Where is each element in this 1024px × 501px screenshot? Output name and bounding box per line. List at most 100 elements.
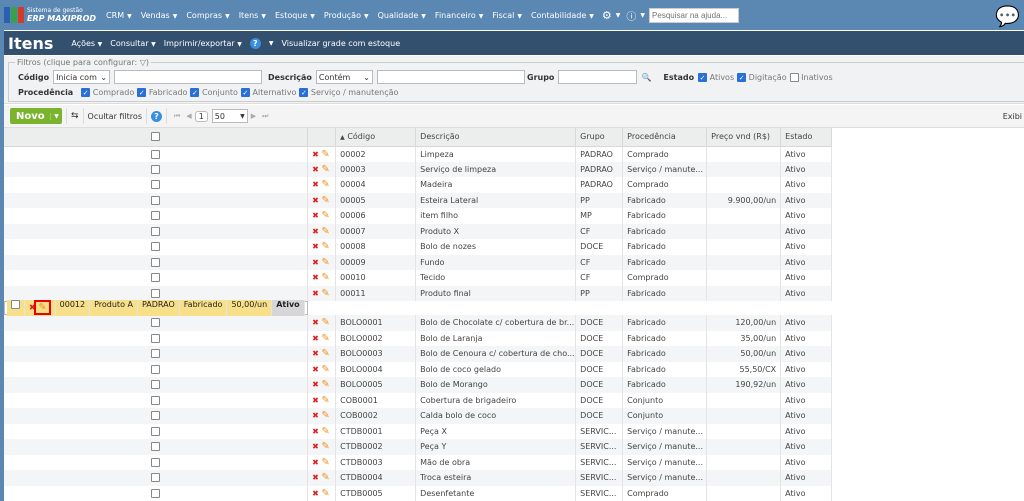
menu-estoque[interactable]: Estoque ▼ — [275, 11, 315, 20]
menu-compras[interactable]: Compras ▼ — [186, 11, 229, 20]
table-row[interactable]: ✖ ✎ 00008 Bolo de nozes DOCE Fabricado Ativo — [4, 239, 833, 255]
checkbox[interactable]: ✓ — [737, 72, 747, 82]
delete-icon[interactable]: ✖ — [312, 273, 319, 282]
row-checkbox[interactable] — [11, 300, 20, 310]
new-dropdown-arrow[interactable]: ▼ — [50, 112, 62, 120]
checkbox[interactable]: ✓ — [190, 88, 200, 97]
descricao-input[interactable] — [376, 70, 525, 84]
codigo-input[interactable] — [114, 70, 263, 84]
edit-pencil-icon[interactable]: ✎ — [321, 348, 329, 359]
delete-icon[interactable]: ✖ — [312, 380, 319, 389]
delete-icon[interactable]: ✖ — [312, 473, 319, 482]
table-row[interactable]: ✖ ✎ BOLO0003 Bolo de Cenoura c/ cobertura… — [4, 346, 833, 362]
edit-pencil-icon[interactable]: ✎ — [321, 288, 329, 299]
menu-fiscal[interactable]: Fiscal ▼ — [492, 11, 522, 20]
help-icon[interactable]: ? — [150, 110, 162, 122]
table-row[interactable]: ✖ ✎ 00004 Madeira PADRAO Comprado Ativo — [4, 177, 833, 193]
checkbox[interactable]: ✓ — [137, 88, 147, 97]
delete-icon[interactable]: ✖ — [312, 258, 319, 267]
table-row[interactable]: ✖ ✎ BOLO0001 Bolo de Chocolate c/ cobertu… — [4, 315, 833, 331]
row-checkbox[interactable] — [151, 257, 161, 267]
delete-icon[interactable]: ✖ — [312, 289, 319, 298]
row-checkbox[interactable] — [151, 242, 161, 252]
edit-pencil-icon[interactable]: ✎ — [321, 426, 329, 437]
search-icon[interactable]: 🔍 — [641, 73, 651, 82]
print-export-menu[interactable]: Imprimir/exportar ▼ — [164, 39, 242, 48]
filter-option[interactable]: ✓ Ativos — [698, 72, 734, 82]
row-checkbox[interactable] — [151, 164, 161, 174]
delete-icon[interactable]: ✖ — [312, 411, 319, 420]
row-checkbox[interactable] — [151, 364, 161, 374]
edit-pencil-icon[interactable]: ✎ — [321, 472, 329, 483]
chat-icon[interactable]: 💬 — [995, 4, 1020, 28]
edit-pencil-icon[interactable]: ✎ — [321, 395, 329, 406]
row-checkbox[interactable] — [151, 426, 161, 436]
menu-qualidade[interactable]: Qualidade ▼ — [378, 11, 426, 20]
table-row[interactable]: ✖ ✎ 00007 Produto X CF Fabricado Ativo — [4, 223, 833, 239]
delete-icon[interactable]: ✖ — [312, 349, 319, 358]
help-dropdown-arrow[interactable]: ▼ — [269, 40, 274, 47]
consult-menu[interactable]: Consultar ▼ — [110, 39, 156, 48]
edit-pencil-icon[interactable]: ✎ — [321, 379, 329, 390]
row-checkbox[interactable] — [151, 442, 161, 452]
checkbox[interactable]: ✓ — [698, 72, 708, 82]
delete-icon[interactable]: ✖ — [312, 196, 319, 205]
descricao-mode-select[interactable]: Contém ⌄ — [315, 70, 373, 84]
menu-contabilidade[interactable]: Contabilidade ▼ — [531, 11, 594, 20]
edit-pencil-icon[interactable]: ✎ — [321, 457, 329, 468]
row-checkbox[interactable] — [151, 395, 161, 405]
menu-vendas[interactable]: Vendas ▼ — [141, 11, 178, 20]
header-procedencia[interactable]: Procedência — [622, 128, 708, 147]
table-row[interactable]: ✖ ✎ 00009 Fundo CF Fabricado Ativo — [4, 254, 833, 270]
row-checkbox[interactable] — [151, 411, 161, 421]
view-stock-grid-link[interactable]: Visualizar grade com estoque — [281, 39, 400, 48]
header-preco[interactable]: Preço vnd (R$) — [706, 128, 782, 147]
delete-icon[interactable]: ✖ — [312, 211, 319, 220]
row-checkbox[interactable] — [151, 333, 161, 343]
edit-pencil-icon[interactable]: ✎ — [321, 364, 329, 375]
grupo-input[interactable] — [558, 70, 638, 84]
checkbox[interactable] — [789, 72, 799, 82]
row-checkbox[interactable] — [151, 473, 161, 483]
table-row[interactable]: ✖ ✎ CTDB0005 Desenfetante SERVIC... Comprad… — [4, 485, 833, 501]
filter-option[interactable]: ✓ Serviço / manutenção — [299, 88, 398, 97]
delete-icon[interactable]: ✖ — [312, 165, 319, 174]
row-checkbox[interactable] — [151, 288, 161, 298]
header-grupo[interactable]: Grupo — [575, 128, 624, 147]
filter-option[interactable]: ✓ Alternativo — [240, 88, 296, 97]
row-checkbox[interactable] — [151, 380, 161, 390]
checkbox[interactable]: ✓ — [240, 88, 250, 97]
row-checkbox[interactable] — [151, 180, 161, 190]
table-row[interactable]: ✖ ✎ 00006 item filho MP Fabricado Ativo — [4, 208, 833, 224]
filter-option[interactable]: ✓ Comprado — [81, 88, 134, 97]
table-row[interactable]: ✖ ✎ BOLO0005 Bolo de Morango DOCE Fabricado… — [4, 377, 833, 393]
edit-pencil-icon[interactable]: ✎ — [321, 317, 329, 328]
filters-legend[interactable]: Filtros (clique para configurar: ▽) — [15, 58, 151, 67]
table-row[interactable]: ✖ ✎ CTDB0004 Troca esteira SERVIC... Serviç… — [4, 470, 833, 486]
row-checkbox[interactable] — [151, 226, 161, 236]
filter-option[interactable]: ✓ Digitação — [737, 72, 787, 82]
row-checkbox[interactable] — [151, 211, 161, 221]
table-row[interactable]: ✖ ✎ BOLO0002 Bolo de Laranja DOCE Fabricado… — [4, 330, 833, 346]
filter-option[interactable]: ✓ Conjunto — [190, 88, 238, 97]
last-page-icon[interactable]: ⏭ — [262, 112, 268, 121]
edit-pencil-icon[interactable]: ✎ — [321, 441, 329, 452]
gear-icon[interactable]: ⚙ — [602, 9, 612, 22]
first-page-icon[interactable]: ⏮ — [174, 112, 180, 121]
table-row[interactable]: ✖ ✎ 00005 Esteira Lateral PP Fabricado 9.900… — [4, 192, 833, 208]
menu-financeiro[interactable]: Financeiro ▼ — [435, 11, 483, 20]
delete-icon[interactable]: ✖ — [312, 180, 319, 189]
edit-pencil-icon[interactable]: ✎ — [321, 164, 329, 175]
row-checkbox[interactable] — [151, 318, 161, 328]
refresh-icon[interactable]: ⇆ — [71, 111, 79, 121]
help-search-input[interactable] — [649, 7, 740, 23]
menu-produção[interactable]: Produção ▼ — [324, 11, 369, 20]
edit-pencil-icon[interactable]: ✎ — [321, 410, 329, 421]
table-row[interactable]: ✖ ✎ BOLO0004 Bolo de coco gelado DOCE Fabri… — [4, 361, 833, 377]
table-row[interactable]: ✖ ✎ 00010 Tecido CF Comprado Ativo — [4, 270, 833, 286]
hide-filters-button[interactable]: Ocultar filtros — [88, 112, 142, 121]
table-row[interactable]: ✖ ✎ 00002 Limpeza PADRAO Comprado Ativo — [4, 146, 833, 162]
prev-page-icon[interactable]: ◀ — [186, 112, 191, 120]
table-row[interactable]: ✖ ✎ 00011 Produto final PP Fabricado Ativo — [4, 285, 833, 301]
table-row[interactable]: ✖ ✎ CTDB0003 Mão de obra SERVIC... Serviço … — [4, 454, 833, 470]
